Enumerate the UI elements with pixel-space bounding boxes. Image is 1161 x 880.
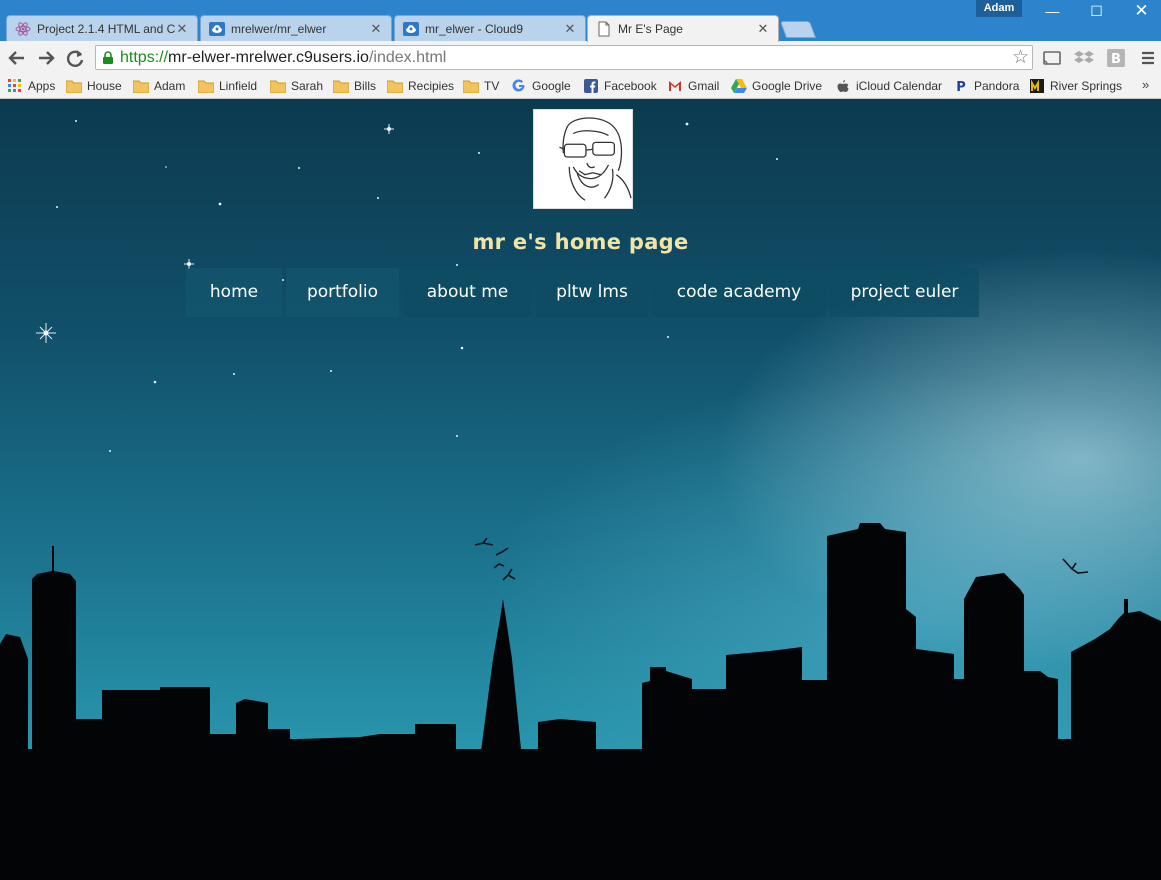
bookmark-folder-house[interactable]: House: [66, 78, 122, 94]
bookmark-apps[interactable]: Apps: [7, 78, 55, 94]
close-window-icon[interactable]: ✕: [1119, 0, 1161, 22]
bookmark-label: River Springs: [1050, 79, 1123, 93]
address-bar[interactable]: https://mr-elwer-mrelwer.c9users.io/inde…: [95, 45, 1033, 70]
pandora-icon: P: [956, 80, 966, 93]
folder-icon: [198, 80, 214, 93]
browser-toolbar: https://mr-elwer-mrelwer.c9users.io/inde…: [0, 41, 1161, 74]
bookmark-gmail[interactable]: Gmail: [667, 78, 719, 94]
svg-text:B: B: [1111, 52, 1121, 67]
folder-icon: [463, 80, 479, 93]
close-icon[interactable]: ✕: [563, 21, 577, 37]
bookmark-label: Pandora: [974, 79, 1020, 93]
bookmark-folder-bills[interactable]: Bills: [333, 78, 376, 94]
bookmark-label: iCloud Calendar: [856, 79, 943, 93]
new-tab-button[interactable]: [779, 21, 817, 38]
google-drive-icon: [731, 79, 747, 93]
atom-icon: [15, 21, 31, 36]
more-bookmarks-icon[interactable]: »: [1142, 77, 1149, 92]
facebook-icon: [584, 79, 598, 93]
maximize-icon[interactable]: ☐: [1074, 0, 1119, 22]
bookmark-label: Recipies: [408, 79, 455, 93]
bookmark-label: Adam: [154, 79, 186, 93]
tab-mr-es-page[interactable]: Mr E's Page ✕: [587, 15, 779, 42]
forward-arrow-icon[interactable]: [35, 47, 57, 69]
minimize-icon[interactable]: —: [1030, 0, 1075, 22]
close-icon[interactable]: ✕: [756, 21, 770, 37]
back-arrow-icon[interactable]: [6, 47, 28, 69]
apps-grid-icon: [8, 79, 21, 92]
bookmark-pandora[interactable]: P Pandora: [953, 78, 1019, 94]
web-page: mr e's home page home portfolio about me…: [0, 99, 1161, 880]
nav-pltw-lms[interactable]: pltw lms: [536, 268, 648, 317]
bookmark-folder-tv[interactable]: TV: [463, 78, 499, 94]
google-icon: [512, 79, 525, 92]
menu-icon[interactable]: [1138, 48, 1158, 68]
tab-title: mr_elwer - Cloud9: [425, 21, 524, 36]
tab-title: Project 2.1.4 HTML and CSS: [37, 21, 175, 36]
bookmark-label: Apps: [28, 79, 56, 93]
cloud9-icon: [403, 21, 419, 36]
folder-icon: [387, 80, 403, 93]
cloud9-icon: [209, 21, 225, 36]
bookmark-label: House: [87, 79, 122, 93]
url-host: mr-elwer-mrelwer.c9users.io: [168, 49, 369, 66]
bookmark-folder-sarah[interactable]: Sarah: [270, 78, 323, 94]
close-icon[interactable]: ✕: [175, 21, 189, 37]
document-icon: [598, 21, 610, 37]
bookmark-label: Facebook: [604, 79, 657, 93]
bookmark-google[interactable]: Google: [511, 78, 571, 94]
river-springs-icon: [1030, 79, 1044, 93]
city-skyline: [0, 523, 1161, 880]
apple-icon: [837, 80, 849, 92]
bookmark-label: TV: [484, 79, 500, 93]
dropbox-icon[interactable]: [1074, 48, 1094, 68]
bookmark-river-springs[interactable]: River Springs: [1029, 78, 1122, 94]
avatar: [533, 109, 633, 209]
b-extension-icon[interactable]: B: [1106, 48, 1126, 68]
cast-icon[interactable]: [1042, 48, 1062, 68]
tab-github-mrelwer[interactable]: mrelwer/mr_elwer ✕: [200, 15, 392, 41]
main-nav: home portfolio about me pltw lms code ac…: [0, 268, 1161, 317]
tab-project-html-css[interactable]: Project 2.1.4 HTML and CSS ✕: [6, 15, 198, 41]
bookmark-label: Bills: [354, 79, 377, 93]
folder-icon: [333, 80, 349, 93]
svg-text:P: P: [956, 80, 966, 93]
bookmark-label: Sarah: [291, 79, 324, 93]
bookmark-star-icon[interactable]: ☆: [1012, 46, 1029, 69]
nav-home[interactable]: home: [186, 268, 282, 317]
folder-icon: [66, 80, 82, 93]
browser-titlebar: Project 2.1.4 HTML and CSS ✕ mrelwer/mr_…: [0, 0, 1161, 42]
tab-title: mrelwer/mr_elwer: [231, 21, 327, 36]
folder-icon: [133, 80, 149, 93]
folder-icon: [270, 80, 286, 93]
bookmark-folder-recipies[interactable]: Recipies: [387, 78, 454, 94]
reload-icon[interactable]: [64, 47, 86, 69]
bookmarks-bar: Apps House Adam Linfield Sarah Bills Rec…: [0, 74, 1161, 99]
bookmark-facebook[interactable]: Facebook: [583, 78, 657, 94]
bookmark-label: Google Drive: [752, 79, 823, 93]
profile-badge[interactable]: Adam: [976, 0, 1022, 17]
gmail-icon: [669, 81, 681, 91]
bookmark-label: Linfield: [219, 79, 258, 93]
nav-about-me[interactable]: about me: [404, 268, 531, 317]
nav-code-academy[interactable]: code academy: [652, 268, 826, 317]
tab-cloud9[interactable]: mr_elwer - Cloud9 ✕: [394, 15, 586, 41]
page-title: mr e's home page: [472, 230, 689, 254]
bookmark-folder-adam[interactable]: Adam: [133, 78, 185, 94]
url-scheme: https://: [120, 49, 169, 66]
bookmark-google-drive[interactable]: Google Drive: [731, 78, 822, 94]
lock-icon: [103, 51, 113, 64]
url-path: /index.html: [368, 49, 447, 66]
nav-portfolio[interactable]: portfolio: [286, 268, 399, 317]
bookmark-label: Gmail: [688, 79, 720, 93]
bookmark-folder-linfield[interactable]: Linfield: [198, 78, 257, 94]
bookmark-icloud-calendar[interactable]: iCloud Calendar: [835, 78, 942, 94]
nav-project-euler[interactable]: project euler: [830, 268, 979, 317]
bookmark-label: Google: [532, 79, 571, 93]
tab-title: Mr E's Page: [618, 22, 683, 36]
close-icon[interactable]: ✕: [369, 21, 383, 37]
